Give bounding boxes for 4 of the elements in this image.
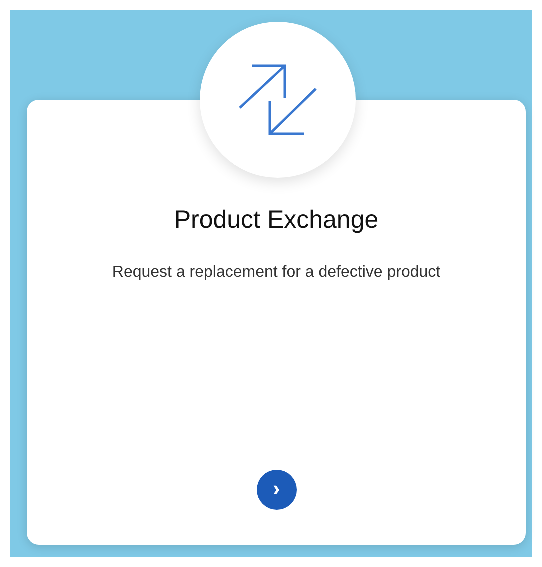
next-button[interactable]: › [256, 470, 296, 510]
card-title: Product Exchange [174, 205, 379, 235]
exchange-arrows-icon [238, 64, 318, 136]
card-description: Request a replacement for a defective product [112, 263, 441, 283]
